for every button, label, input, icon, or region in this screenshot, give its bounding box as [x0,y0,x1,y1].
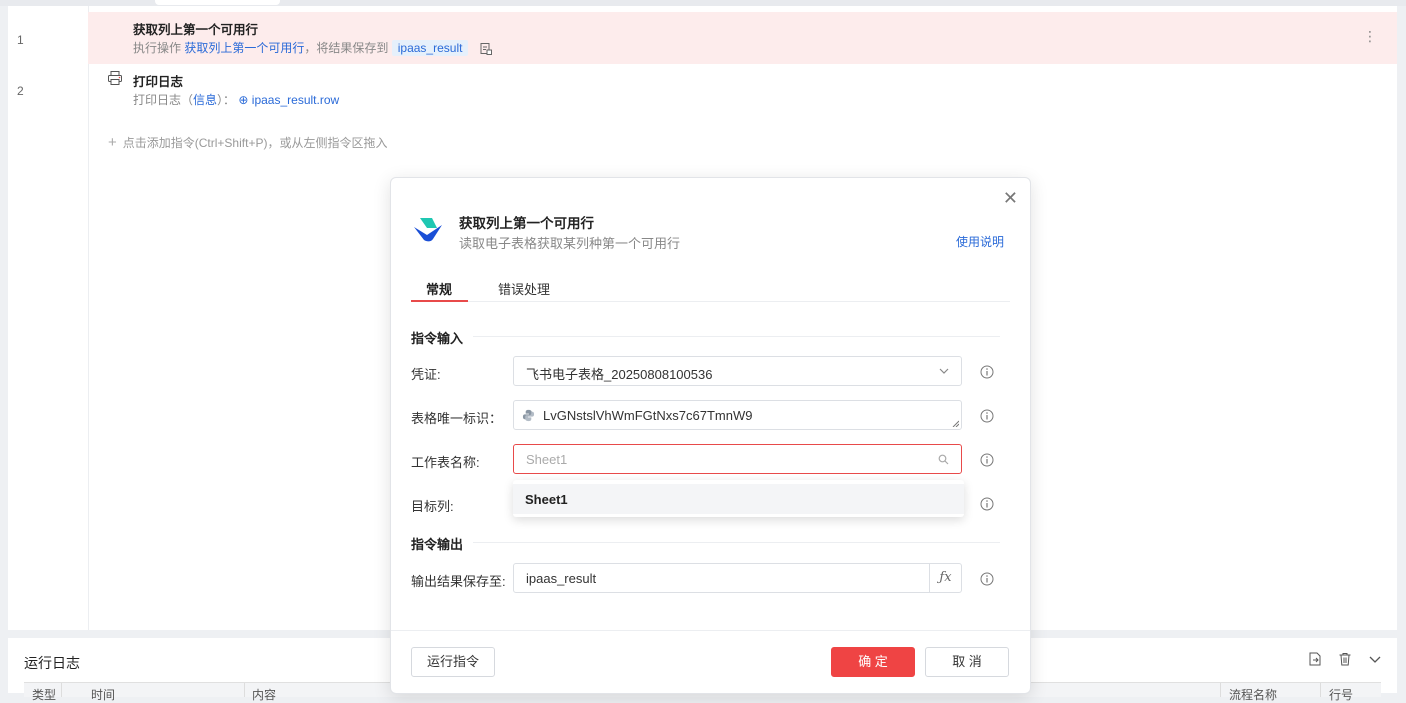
dialog-subtitle: 读取电子表格获取某列种第一个可用行 [459,236,681,251]
trash-icon[interactable] [1337,651,1353,667]
credential-select[interactable]: 飞书电子表格_20250808100536 [513,356,962,386]
column-flow-name: 流程名称 [1229,688,1278,702]
summary-middle: ，将结果保存到 [304,41,389,55]
variable-copy-icon[interactable] [478,41,494,57]
run-instruction-button[interactable]: 运行指令 [411,647,495,677]
option-label: Sheet1 [525,492,568,507]
sheet-name-dropdown: Sheet1 [513,480,964,517]
info-icon[interactable] [980,409,994,423]
kebab-icon[interactable]: ⋮ [1363,28,1377,45]
output-label: 输出结果保存至: [411,574,506,589]
dropdown-option[interactable]: Sheet1 [513,484,964,514]
info-icon[interactable] [980,365,994,379]
step-title: 打印日志 [133,75,184,89]
chevron-down-icon[interactable] [1367,651,1383,667]
step-summary: 执行操作 获取列上第一个可用行，将结果保存到 ipaas_result [133,39,494,57]
tab-general[interactable]: 常规 [426,279,452,298]
section-output-title: 指令输出 [411,537,464,552]
cancel-button[interactable]: 取 消 [925,647,1009,677]
sheet-id-label: 表格唯一标识： [411,411,503,426]
resize-handle-icon[interactable] [952,420,959,427]
sheet-name-placeholder: Sheet1 [526,452,568,467]
dialog-title: 获取列上第一个可用行 [459,216,594,231]
printer-icon [108,71,122,85]
info-icon[interactable] [980,572,994,586]
python-icon [522,409,535,422]
target-column-label: 目标列: [411,499,454,514]
line-number: 2 [17,84,24,98]
log-level: 信息 [193,93,218,107]
tab-error-handling[interactable]: 错误处理 [498,279,550,298]
active-file-tab[interactable] [155,0,280,5]
summary-middle: ）： [217,93,236,107]
log-title: 运行日志 [24,655,80,671]
line-gutter: 1 2 [8,6,89,630]
summary-action: 获取列上第一个可用行 [184,41,305,55]
sheet-id-input[interactable]: LvGNstslVhWmFGtNxs7c67TmnW9 [513,400,962,430]
credential-label: 凭证: [411,367,441,382]
sheet-name-label: 工作表名称: [411,455,480,470]
step-summary: 打印日志（信息）： ⊕ ipaas_result.row [133,91,339,108]
flow-step-2[interactable]: 打印日志 打印日志（信息）： ⊕ ipaas_result.row [88,64,1397,116]
plus-icon: + [108,134,117,151]
confirm-button[interactable]: 确 定 [831,647,915,677]
step-title: 获取列上第一个可用行 [133,23,259,37]
sheet-id-value: LvGNstslVhWmFGtNxs7c67TmnW9 [543,408,753,423]
export-icon[interactable] [1307,651,1323,667]
column-type: 类型 [32,688,57,702]
variable-ref[interactable]: ⊕ ipaas_result.row [238,93,339,107]
active-tab-indicator [411,300,468,302]
sheet-name-select[interactable]: Sheet1 [513,444,962,474]
instruction-config-dialog: ✕ 获取列上第一个可用行 读取电子表格获取某列种第一个可用行 使用说明 常规 错… [390,177,1031,694]
info-icon[interactable] [980,453,994,467]
dialog-footer-divider [391,630,1030,631]
result-variable-tag[interactable]: ipaas_result [391,40,469,56]
section-input-title: 指令输入 [411,331,464,346]
info-icon[interactable] [980,497,994,511]
search-icon [938,454,949,465]
flow-step-1[interactable]: 获取列上第一个可用行 执行操作 获取列上第一个可用行，将结果保存到 ipaas_… [88,12,1397,64]
credential-value: 飞书电子表格_20250808100536 [526,367,713,382]
lark-logo-icon [414,218,442,242]
variable-icon: ⊕ [238,93,249,107]
chevron-down-icon [939,368,949,374]
add-hint-text: 点击添加指令(Ctrl+Shift+P)，或从左侧指令区拖入 [122,136,388,150]
column-content: 内容 [252,688,277,702]
usage-help-link[interactable]: 使用说明 [956,233,1004,250]
column-time: 时间 [91,688,116,702]
output-variable-input[interactable]: ipaas_result ƒx [513,563,962,593]
line-number: 1 [17,33,24,47]
summary-prefix: 执行操作 [133,41,182,55]
variable-name: ipaas_result.row [251,93,340,107]
output-variable-value: ipaas_result [526,571,597,586]
close-icon[interactable]: ✕ [1003,188,1018,209]
add-instruction-hint[interactable]: + 点击添加指令(Ctrl+Shift+P)，或从左侧指令区拖入 [108,134,387,151]
dialog-tabs: 常规 错误处理 [411,274,1010,302]
column-line: 行号 [1329,688,1354,702]
summary-prefix: 打印日志（ [133,93,194,107]
log-actions [1307,651,1383,667]
fx-icon[interactable]: ƒx [929,564,961,592]
